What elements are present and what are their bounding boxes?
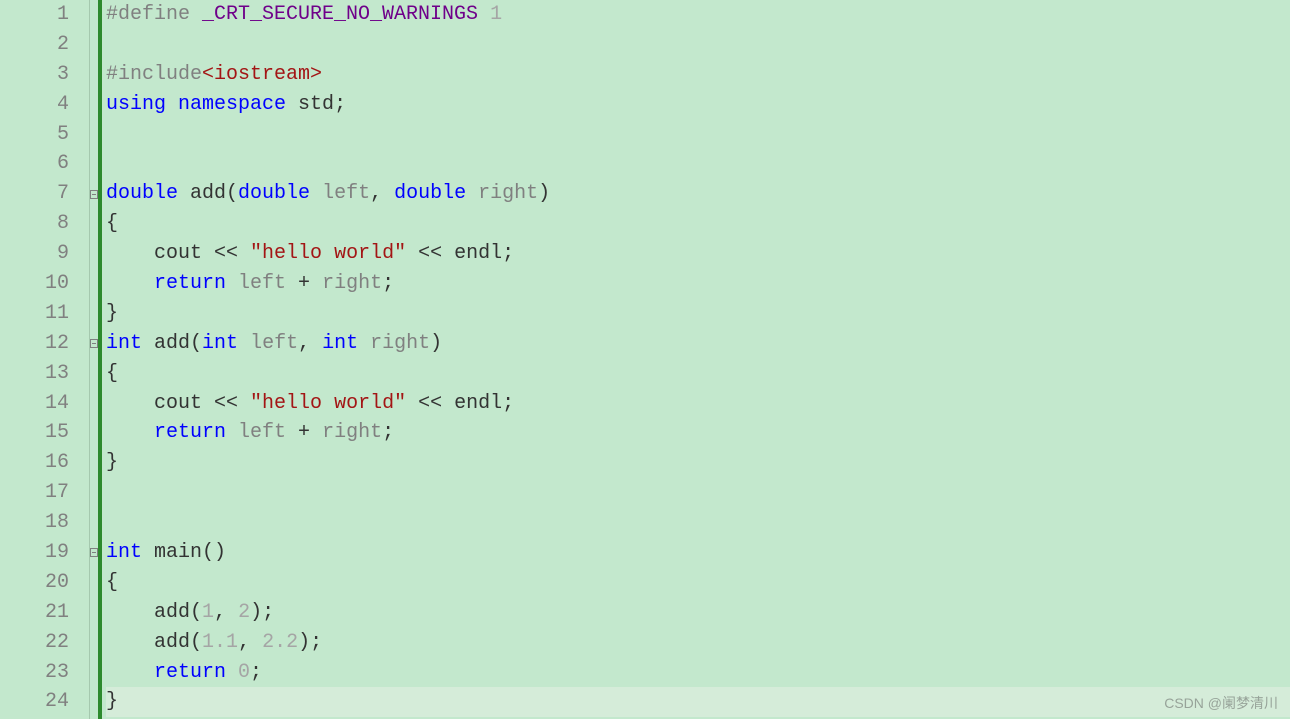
line-number: 22	[0, 628, 69, 658]
line-number: 6	[0, 149, 69, 179]
line-number: 20	[0, 568, 69, 598]
line-number: 18	[0, 508, 69, 538]
code-line: #define _CRT_SECURE_NO_WARNINGS 1	[106, 0, 1290, 30]
code-line: using namespace std;	[106, 90, 1290, 120]
line-number: 15	[0, 418, 69, 448]
code-line: }	[106, 687, 1290, 717]
code-line: {	[106, 568, 1290, 598]
code-line	[106, 120, 1290, 150]
code-line: int main()	[106, 538, 1290, 568]
code-line	[106, 508, 1290, 538]
code-line: }	[106, 299, 1290, 329]
code-line	[106, 478, 1290, 508]
line-number: 12	[0, 329, 69, 359]
fold-collapse-icon[interactable]	[90, 339, 98, 348]
code-line: #include<iostream>	[106, 60, 1290, 90]
line-number: 5	[0, 120, 69, 150]
fold-collapse-icon[interactable]	[90, 548, 98, 557]
line-number: 23	[0, 658, 69, 688]
line-number: 19	[0, 538, 69, 568]
code-line: cout << "hello world" << endl;	[106, 389, 1290, 419]
line-number: 1	[0, 0, 69, 30]
line-number: 3	[0, 60, 69, 90]
code-line: }	[106, 448, 1290, 478]
line-number: 21	[0, 598, 69, 628]
code-line: add(1, 2);	[106, 598, 1290, 628]
code-line	[106, 149, 1290, 179]
line-number: 17	[0, 478, 69, 508]
line-number: 10	[0, 269, 69, 299]
line-number: 13	[0, 359, 69, 389]
watermark-text: CSDN @阑梦清川	[1164, 693, 1278, 713]
code-line: return left + right;	[106, 418, 1290, 448]
line-number-gutter: 1 2 3 4 5 6 7 8 9 10 11 12 13 14 15 16 1…	[0, 0, 90, 719]
code-line: int add(int left, int right)	[106, 329, 1290, 359]
code-line: {	[106, 209, 1290, 239]
code-line	[106, 30, 1290, 60]
code-line: {	[106, 359, 1290, 389]
code-text-area[interactable]: #define _CRT_SECURE_NO_WARNINGS 1 #inclu…	[102, 0, 1290, 719]
line-number: 2	[0, 30, 69, 60]
line-number: 16	[0, 448, 69, 478]
fold-collapse-icon[interactable]	[90, 190, 98, 199]
code-line: add(1.1, 2.2);	[106, 628, 1290, 658]
line-number: 9	[0, 239, 69, 269]
code-editor[interactable]: 1 2 3 4 5 6 7 8 9 10 11 12 13 14 15 16 1…	[0, 0, 1290, 719]
code-line: return left + right;	[106, 269, 1290, 299]
code-line: double add(double left, double right)	[106, 179, 1290, 209]
line-number: 24	[0, 687, 69, 717]
code-line: return 0;	[106, 658, 1290, 688]
line-number: 8	[0, 209, 69, 239]
code-line: cout << "hello world" << endl;	[106, 239, 1290, 269]
line-number: 11	[0, 299, 69, 329]
line-number: 4	[0, 90, 69, 120]
line-number: 7	[0, 179, 69, 209]
line-number: 14	[0, 389, 69, 419]
fold-column	[90, 0, 102, 719]
